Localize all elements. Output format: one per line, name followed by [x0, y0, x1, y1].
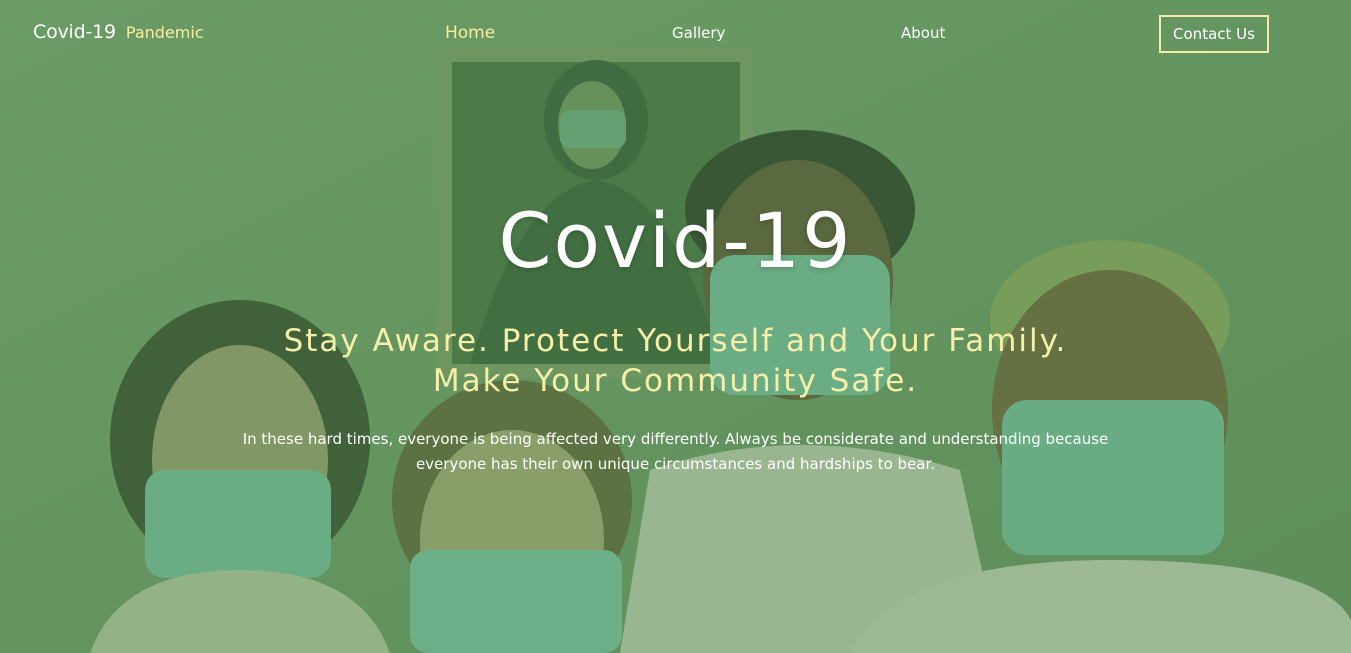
hero-description-line-2: everyone has their own unique circumstan… — [415, 455, 936, 473]
nav-link-gallery[interactable]: Gallery — [672, 24, 725, 42]
hero-subtitle-line-1: Stay Aware. Protect Yourself and Your Fa… — [283, 323, 1068, 359]
hero-description-line-1: In these hard times, everyone is being a… — [242, 430, 1109, 448]
contact-us-button[interactable]: Contact Us — [1159, 15, 1269, 53]
nav-link-home[interactable]: Home — [445, 23, 495, 43]
nav-link-about[interactable]: About — [901, 24, 945, 42]
brand-logo[interactable]: Covid-19 Pandemic — [33, 21, 204, 43]
hero-description: In these hard times, everyone is being a… — [210, 427, 1141, 477]
brand-subtitle: Pandemic — [125, 23, 204, 42]
hero-section: Covid-19 Pandemic Home Gallery About Con… — [0, 0, 1351, 653]
hero-subtitle: Stay Aware. Protect Yourself and Your Fa… — [0, 321, 1351, 401]
hero-subtitle-line-2: Make Your Community Safe. — [432, 363, 919, 399]
top-navbar: Covid-19 Pandemic Home Gallery About Con… — [0, 0, 1351, 68]
person-center — [392, 380, 632, 653]
hero-title: Covid-19 — [498, 196, 853, 285]
brand-title: Covid-19 — [33, 21, 116, 43]
